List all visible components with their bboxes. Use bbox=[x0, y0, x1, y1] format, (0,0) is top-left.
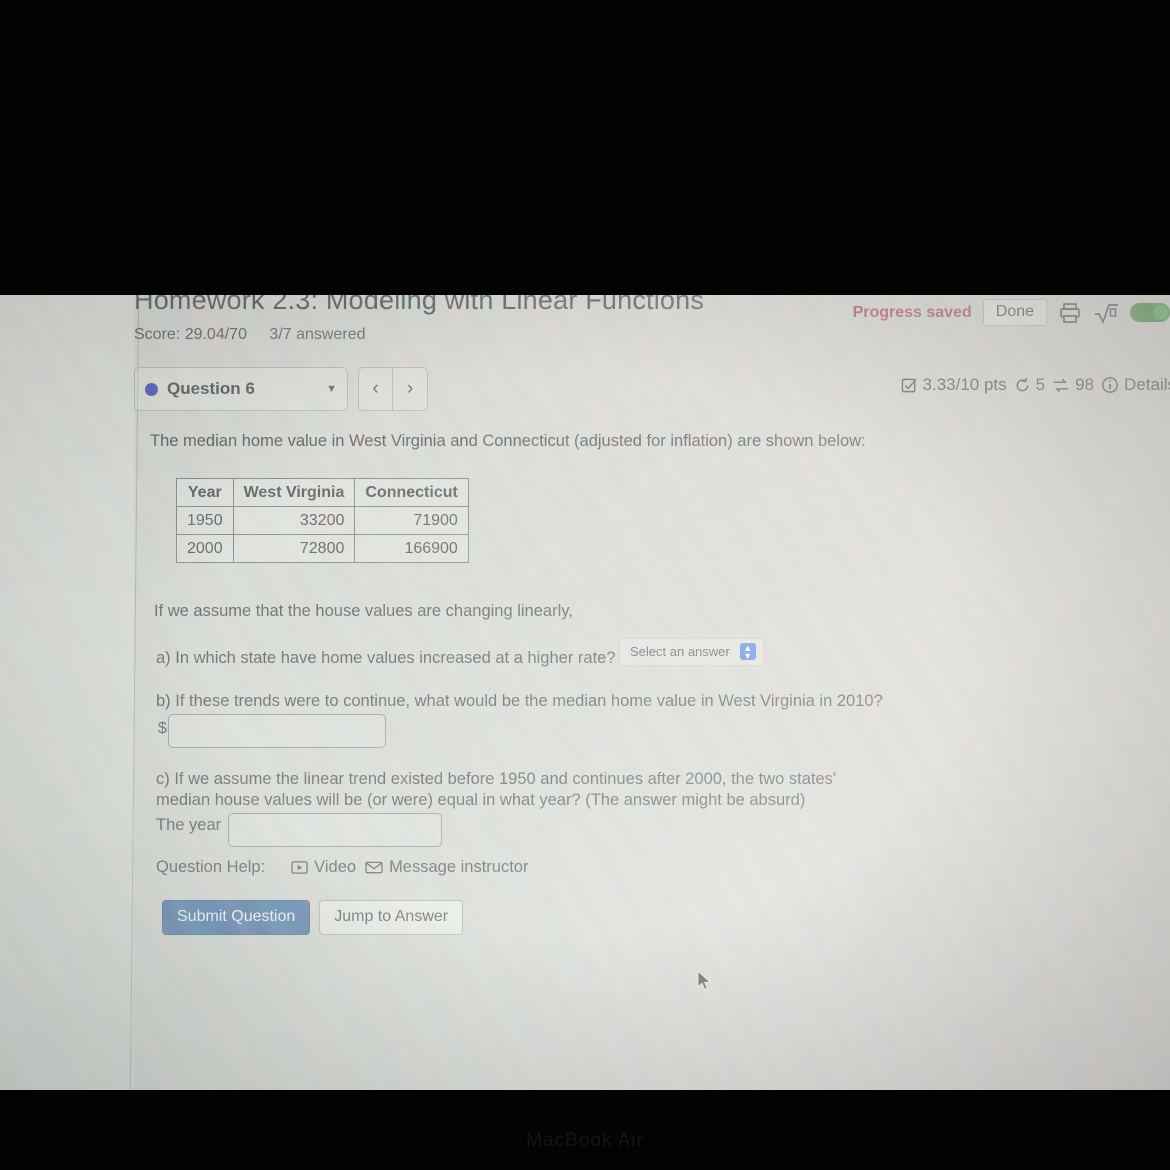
intro-text: The median home value in West Virginia a… bbox=[150, 432, 866, 450]
next-question-button[interactable]: › bbox=[393, 367, 428, 411]
cell-west-virginia: 33200 bbox=[232, 506, 356, 535]
square-root-icon[interactable] bbox=[1093, 301, 1119, 325]
envelope-icon bbox=[365, 861, 383, 874]
checkbox-icon bbox=[901, 378, 917, 392]
chevron-down-icon: ▼ bbox=[326, 383, 337, 395]
dollar-sign-label: $ bbox=[158, 720, 167, 737]
part-c-text-line2: median house values will be (or were) eq… bbox=[156, 791, 806, 809]
printer-icon[interactable] bbox=[1058, 301, 1082, 325]
chevron-right-icon: › bbox=[406, 378, 414, 399]
question-navigation-bar: Question 6 ▼ ‹ › 3.33/10 pts 5 98 Detail bbox=[134, 367, 1170, 413]
submit-question-button[interactable]: Submit Question bbox=[162, 900, 311, 935]
header-actions: Progress saved Done bbox=[853, 299, 1170, 326]
points-label: 3.33/10 pts bbox=[922, 375, 1007, 394]
part-a-text: a) In which state have home values incre… bbox=[156, 649, 616, 667]
page-title: Homework 2.3: Modeling with Linear Funct… bbox=[134, 295, 705, 315]
question-selector[interactable]: Question 6 ▼ bbox=[134, 367, 348, 411]
select-answer-label: Select an answer bbox=[630, 644, 730, 659]
device-bezel-label: MacBook Air bbox=[526, 1130, 644, 1151]
cell-year: 1950 bbox=[176, 506, 234, 535]
sidebar-panel bbox=[0, 295, 134, 1090]
cell-connecticut: 166900 bbox=[354, 534, 469, 563]
table-header-connecticut: Connecticut bbox=[354, 478, 469, 507]
progress-saved-status: Progress saved bbox=[852, 303, 972, 321]
video-label: Video bbox=[314, 858, 357, 876]
table-header-year: Year bbox=[176, 478, 234, 507]
retry-icon bbox=[1016, 377, 1029, 391]
done-button[interactable]: Done bbox=[982, 299, 1047, 326]
part-c-text-line1: c) If we assume the linear trend existed… bbox=[156, 770, 837, 788]
action-button-row: Submit Question Jump to Answer bbox=[162, 900, 464, 935]
score-row: Score: 29.04/70 3/7 answered bbox=[134, 326, 365, 344]
details-label: Details bbox=[1124, 375, 1170, 394]
question-selector-label: Question 6 bbox=[167, 379, 255, 398]
cell-connecticut: 71900 bbox=[354, 506, 469, 535]
shuffle-icon bbox=[1054, 378, 1069, 392]
table-header-west-virginia: West Virginia bbox=[232, 478, 356, 507]
table-row: 1950 33200 71900 bbox=[176, 506, 469, 535]
message-instructor-label: Message instructor bbox=[389, 858, 529, 876]
question-status-dot bbox=[145, 382, 158, 396]
cell-year: 2000 bbox=[176, 534, 234, 563]
answered-count: 3/7 answered bbox=[269, 326, 366, 343]
table-row: 2000 72800 166900 bbox=[176, 534, 469, 563]
previous-question-button[interactable]: ‹ bbox=[358, 367, 393, 411]
message-instructor-link[interactable]: Message instructor bbox=[365, 858, 528, 877]
details-group[interactable]: Details bbox=[1101, 375, 1170, 395]
photographed-screen: MacBook Air Homework 2.3: Modeling with … bbox=[0, 0, 1170, 1170]
mouse-cursor bbox=[697, 970, 713, 992]
attempts-count: 5 bbox=[1035, 375, 1046, 394]
version-group: 98 bbox=[1052, 375, 1094, 395]
video-help-link[interactable]: Video bbox=[291, 858, 356, 877]
score-label: Score: 29.04/70 bbox=[134, 326, 247, 343]
part-c-answer-input[interactable] bbox=[228, 813, 442, 847]
info-icon bbox=[1102, 377, 1118, 393]
question-help-label: Question Help: bbox=[156, 858, 266, 876]
mode-toggle[interactable] bbox=[1130, 303, 1170, 322]
part-b-text: b) If these trends were to continue, wha… bbox=[156, 692, 883, 710]
attempts-group: 5 bbox=[1014, 375, 1045, 395]
select-answer-dropdown[interactable]: Select an answer ▲ ▼ bbox=[619, 638, 764, 666]
laptop-screen: Homework 2.3: Modeling with Linear Funct… bbox=[0, 295, 1170, 1090]
home-value-table: Year West Virginia Connecticut 1950 3320… bbox=[176, 478, 469, 563]
cell-west-virginia: 72800 bbox=[232, 534, 356, 563]
the-year-label: The year bbox=[156, 816, 222, 834]
assignment-content: Homework 2.3: Modeling with Linear Funct… bbox=[134, 295, 1170, 1090]
video-play-icon bbox=[291, 861, 308, 874]
part-b-answer-input[interactable] bbox=[168, 714, 386, 748]
version-count: 98 bbox=[1075, 375, 1095, 394]
question-help-row: Question Help: Video Message instructor bbox=[156, 858, 528, 877]
points-group: 3.33/10 pts bbox=[901, 375, 1007, 395]
table-header-row: Year West Virginia Connecticut bbox=[176, 478, 469, 507]
assumption-text: If we assume that the house values are c… bbox=[154, 602, 573, 620]
question-meta: 3.33/10 pts 5 98 Detail bbox=[901, 375, 1170, 395]
stepper-icon: ▲ ▼ bbox=[739, 643, 756, 660]
jump-to-answer-button[interactable]: Jump to Answer bbox=[319, 900, 464, 935]
chevron-left-icon: ‹ bbox=[372, 378, 379, 399]
